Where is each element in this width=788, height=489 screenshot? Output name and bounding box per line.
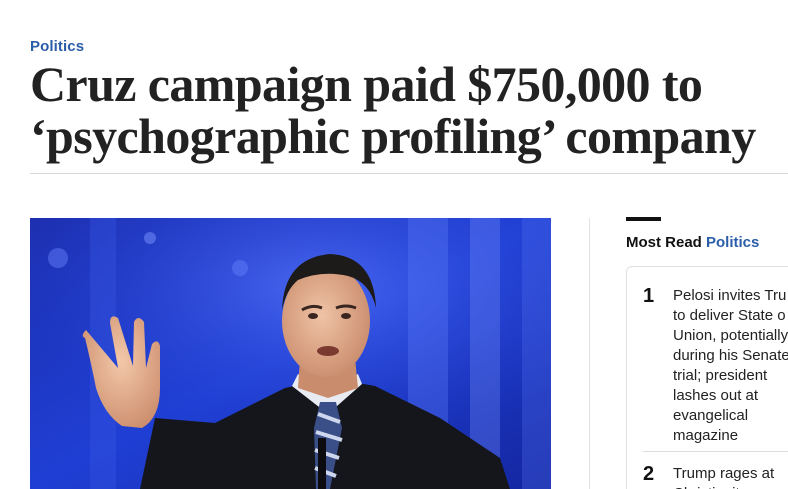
column-divider [589,218,590,489]
most-read-rank: 1 [643,285,655,307]
most-read-title: Trump rages at Christianity... [673,465,775,489]
headline-line-2: ‘psychographic profiling’ company [30,108,756,164]
lead-photo-image [30,218,551,489]
article-headline: Cruz campaign paid $750,000 to ‘psychogr… [30,58,788,162]
headline-line-1: Cruz campaign paid $750,000 to [30,56,703,112]
most-read-rank: 2 [643,463,655,485]
most-read-accent-bar [626,217,661,221]
lead-photo[interactable] [30,218,551,489]
most-read-item-2[interactable]: 2 Trump rages at Christianity... [627,463,788,489]
headline-divider [30,173,788,174]
most-read-heading: Most Read Politics [626,234,759,251]
most-read-label: Most Read [626,234,702,251]
section-kicker-link[interactable]: Politics [30,38,84,55]
most-read-title: Pelosi invites Tru to deliver State o Un… [673,287,788,444]
most-read-divider [643,451,788,452]
most-read-list: 1 Pelosi invites Tru to deliver State o … [626,266,788,489]
most-read-item-1[interactable]: 1 Pelosi invites Tru to deliver State o … [627,285,788,447]
most-read-section: Politics [706,234,760,251]
